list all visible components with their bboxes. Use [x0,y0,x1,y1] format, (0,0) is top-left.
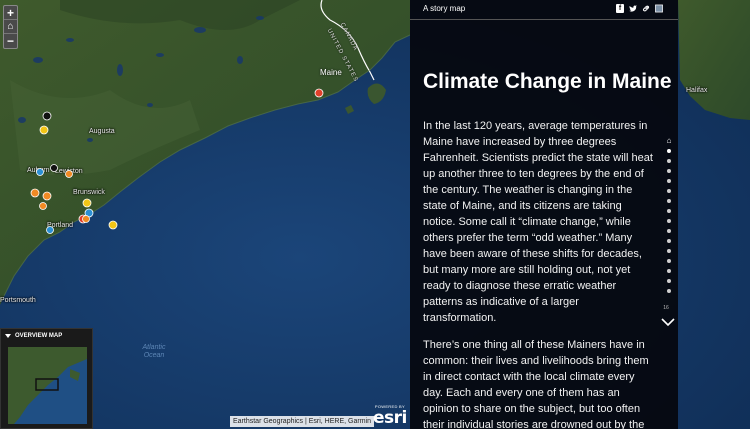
zoom-controls: + ⌂ − [3,5,18,49]
section-dot[interactable] [667,219,671,223]
map-marker[interactable] [65,170,73,178]
home-icon[interactable]: ⌂ [4,20,17,34]
home-icon[interactable]: ⌂ [667,135,672,146]
esri-logo[interactable]: POWERED BY esri [373,404,407,427]
section-dot[interactable] [667,199,671,203]
overview-map[interactable]: OVERVIEW MAP [0,328,93,429]
story-map-label[interactable]: A story map [423,4,465,13]
section-dot[interactable] [667,179,671,183]
map-marker[interactable] [82,215,90,223]
share-icons: f [616,4,663,13]
chevron-down-icon[interactable] [661,316,675,328]
map-marker[interactable] [36,168,44,176]
map-marker[interactable] [82,198,92,208]
map-marker[interactable] [46,226,54,234]
story-paragraph: In the last 120 years, average temperatu… [423,120,653,324]
story-title: Climate Change in Maine [423,70,672,93]
story-panel: A story map f Climate Change in Maine In… [410,0,678,429]
zoom-in-button[interactable]: + [4,6,17,20]
section-dot[interactable] [667,269,671,273]
section-dot[interactable] [667,289,671,293]
section-dot[interactable] [667,209,671,213]
esri-wordmark: esri [373,408,407,428]
overview-map-title: OVERVIEW MAP [15,333,63,339]
section-navigation: ⌂ [664,135,674,296]
map-marker[interactable] [39,202,47,210]
map-marker[interactable] [108,220,118,230]
link-icon[interactable] [642,4,650,13]
section-dot[interactable] [667,249,671,253]
section-count: 16 [663,305,669,311]
map-marker[interactable] [42,111,52,121]
overview-map-graphic [8,347,87,424]
overview-map-canvas[interactable] [8,347,87,424]
facebook-icon[interactable]: f [616,4,624,13]
map-marker[interactable] [314,88,324,98]
section-dot[interactable] [667,169,671,173]
story-paragraph: There’s one thing all of these Mainers h… [423,339,649,429]
zoom-out-button[interactable]: − [4,34,17,48]
overview-map-header[interactable]: OVERVIEW MAP [1,329,92,343]
twitter-icon[interactable] [629,4,637,13]
section-dot[interactable] [667,149,671,153]
section-dot[interactable] [667,189,671,193]
map-marker[interactable] [30,188,40,198]
map-label-halifax: Halifax [686,87,708,94]
embed-icon[interactable] [655,4,663,13]
map-marker[interactable] [50,164,58,172]
section-dot[interactable] [667,259,671,263]
panel-header: A story map f [410,0,678,20]
section-dot[interactable] [667,279,671,283]
section-dot[interactable] [667,229,671,233]
section-dot[interactable] [667,159,671,163]
map-marker[interactable] [42,191,52,201]
chevron-down-icon [5,334,11,338]
section-dot[interactable] [667,239,671,243]
map-marker[interactable] [39,125,49,135]
map-attribution: Earthstar Geographics | Esri, HERE, Garm… [230,416,374,427]
